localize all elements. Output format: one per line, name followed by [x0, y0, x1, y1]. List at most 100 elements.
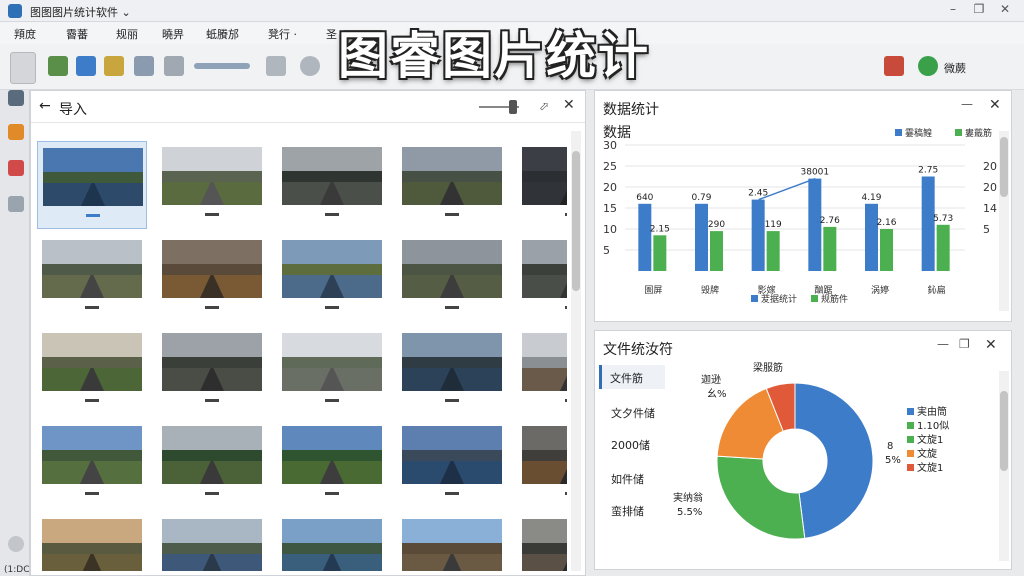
slice-callout: 梁服筋: [753, 361, 783, 374]
thumbnail-image: [42, 333, 142, 391]
scrollbar[interactable]: [999, 371, 1009, 561]
menu-item-view[interactable]: 规丽: [116, 26, 138, 42]
thumbnail-image: [282, 333, 382, 391]
chart-bar: [823, 226, 837, 271]
maximize-icon[interactable]: ⬀: [539, 99, 549, 113]
thumbnail-item[interactable]: [37, 513, 147, 571]
minimize-icon[interactable]: –: [944, 2, 962, 20]
thumbnail-caption: [565, 399, 567, 402]
thumbnail-item[interactable]: [157, 420, 267, 508]
thumbnail-item[interactable]: [517, 513, 567, 571]
slice-callout: 迦逊: [701, 374, 721, 386]
thumbnail-item[interactable]: [277, 234, 387, 322]
minimize-icon[interactable]: —: [961, 97, 973, 111]
thumbnail-item[interactable]: [517, 141, 567, 229]
picture-icon[interactable]: [104, 56, 124, 76]
scrollbar-thumb[interactable]: [1000, 137, 1008, 197]
chart-bar: [695, 203, 708, 271]
thumbnail-image: [43, 148, 143, 206]
maximize-icon[interactable]: ❐: [970, 2, 988, 20]
thumbnail-item[interactable]: [157, 513, 267, 571]
back-arrow-icon[interactable]: ←: [39, 98, 51, 114]
scrollbar[interactable]: [999, 131, 1009, 311]
thumbnail-caption: [205, 213, 219, 216]
data-label: 2.76: [820, 216, 840, 226]
thumbnail-caption: [565, 213, 567, 216]
mail-icon[interactable]: [164, 56, 184, 76]
thumbnail-caption: [85, 399, 99, 402]
zoom-slider-handle[interactable]: [509, 100, 517, 114]
scrollbar-thumb[interactable]: [572, 151, 580, 291]
search-icon[interactable]: [300, 56, 320, 76]
thumbnail-item[interactable]: [397, 327, 507, 415]
y-tick-label: 5: [603, 244, 610, 257]
clipboard-icon[interactable]: [10, 52, 36, 84]
thumbnail-item[interactable]: [157, 327, 267, 415]
menu-item-stats[interactable]: 蚳賸邡: [206, 26, 239, 42]
slice-callout: 5.5%: [677, 507, 702, 518]
thumbnail-image: [162, 426, 262, 484]
thumbnail-item[interactable]: [517, 420, 567, 508]
thumbnail-caption: [325, 492, 339, 495]
thumbnail-item[interactable]: [37, 327, 147, 415]
stats-panel: 数据统计 — ✕ 数据 霎稿鳇 婁蕺筋 30 25 20 15 10 5 20 20 14 5 640 2.…: [594, 90, 1012, 322]
app-logo-icon: [8, 4, 22, 18]
y2-tick-label: 14: [983, 202, 997, 215]
thumbnail-item[interactable]: [277, 513, 387, 571]
legend-swatch: [751, 295, 758, 302]
rail-pen-icon[interactable]: [8, 160, 24, 176]
thumbnail-image: [162, 147, 262, 205]
import-header: ← 导入 ⬀ ✕: [31, 91, 585, 123]
thumbnail-item[interactable]: [37, 420, 147, 508]
thumbnail-image: [402, 147, 502, 205]
data-label: 4.19: [861, 193, 881, 203]
thumbnail-item[interactable]: [397, 234, 507, 322]
thumbnail-item[interactable]: [37, 234, 147, 322]
import-title: 导入: [59, 102, 87, 118]
toolbar-action-label[interactable]: 微蕨: [944, 60, 966, 76]
thumbnail-image: [522, 240, 567, 298]
thumbnail-item[interactable]: [277, 420, 387, 508]
menu-item-more[interactable]: 圣: [326, 26, 337, 42]
flag-icon[interactable]: [884, 56, 904, 76]
close-icon[interactable]: ✕: [996, 2, 1014, 20]
chart-bar: [766, 231, 780, 271]
menu-item-file[interactable]: 頖庻: [14, 26, 36, 42]
thumbnail-item[interactable]: [277, 327, 387, 415]
thumbnail-item[interactable]: [37, 141, 147, 229]
scrollbar[interactable]: [571, 131, 581, 571]
rail-settings-icon[interactable]: [8, 536, 24, 552]
list-icon[interactable]: [134, 56, 154, 76]
thumbnail-caption: [205, 492, 219, 495]
legend-swatch: [955, 129, 962, 136]
thumbnail-item[interactable]: [397, 141, 507, 229]
menu-item-tools[interactable]: 曉畀: [162, 26, 184, 42]
close-icon[interactable]: ✕: [989, 97, 1001, 113]
thumbnail-item[interactable]: [517, 327, 567, 415]
menu-item-run[interactable]: 凳行 ·: [268, 26, 297, 42]
rail-gallery-icon[interactable]: [8, 90, 24, 106]
close-icon[interactable]: ✕: [563, 97, 575, 113]
arrange-icon[interactable]: [194, 63, 250, 69]
rail-brush-icon[interactable]: [8, 124, 24, 140]
thumbnail-item[interactable]: [157, 234, 267, 322]
overlay-title: 图睿图片统计: [338, 27, 650, 85]
thumbnail-item[interactable]: [517, 234, 567, 322]
thumbnail-item[interactable]: [397, 420, 507, 508]
scrollbar-thumb[interactable]: [1000, 391, 1008, 471]
thumbnail-item[interactable]: [397, 513, 507, 571]
thumbnail-item[interactable]: [157, 141, 267, 229]
menu-item-edit[interactable]: 霫蕃: [66, 26, 88, 42]
document-icon[interactable]: [76, 56, 96, 76]
cursor-icon[interactable]: [266, 56, 286, 76]
rail-tool-icon[interactable]: [8, 196, 24, 212]
slice-callout: 5%: [885, 455, 901, 466]
thumbnail-caption: [205, 399, 219, 402]
thumbnail-image: [42, 426, 142, 484]
thumbnail-item[interactable]: [277, 141, 387, 229]
legend-label: 文旋1: [917, 461, 943, 474]
legend-label: 婁蕺筋: [965, 127, 992, 139]
image-icon[interactable]: [48, 56, 68, 76]
toggle-icon[interactable]: [918, 56, 938, 76]
legend-label: 规筋件: [821, 293, 848, 305]
